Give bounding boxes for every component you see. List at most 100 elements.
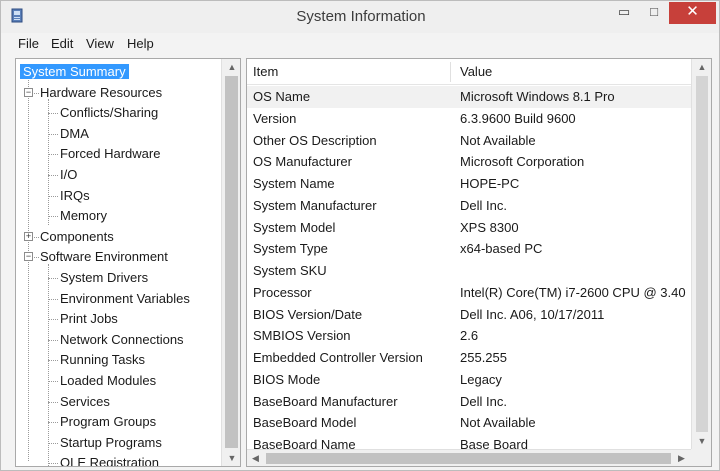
collapse-icon[interactable]: − [24,252,33,262]
value-cell: 6.3.9600 Build 9600 [460,110,576,126]
tree-item-label: System Drivers [60,270,149,285]
menu-file[interactable]: File [18,36,39,51]
table-row[interactable]: Version 6.3.9600 Build 9600 [247,108,691,130]
table-row[interactable]: OS Manufacturer Microsoft Corporation [247,151,691,173]
scroll-right-icon[interactable]: ▶ [673,450,690,466]
table-row[interactable]: System Type x64-based PC [247,238,691,260]
tree-item[interactable]: Running Tasks [60,350,145,369]
table-row[interactable]: BIOS Version/Date Dell Inc. A06, 10/17/20… [247,304,691,326]
tree-item[interactable]: IRQs [60,186,90,205]
tree-item-label: Loaded Modules [60,373,157,388]
tree-connector [48,99,49,225]
table-row[interactable]: Processor Intel(R) Core(TM) i7-2600 CPU @… [247,282,691,304]
tree-item[interactable]: System Drivers [60,268,148,287]
tree-item[interactable]: DMA [60,124,89,143]
tree-item[interactable]: Hardware Resources [40,83,162,102]
table-scroll-thumb[interactable] [696,76,708,432]
table-row[interactable]: System Manufacturer Dell Inc. [247,195,691,217]
tree-item-label: Memory [60,208,107,224]
value-cell: 2.6 [460,328,479,344]
value-cell: Not Available [460,415,536,431]
tree-item[interactable]: Print Jobs [60,309,118,328]
tree-item[interactable]: Conflicts/Sharing [60,103,158,122]
scroll-up-icon[interactable]: ▲ [222,59,240,75]
table-row[interactable]: Other OS Description Not Available [247,130,691,152]
scroll-up-icon[interactable]: ▲ [692,59,711,75]
table-row[interactable]: Embedded Controller Version 255.255 [247,347,691,369]
value-cell: x64-based PC [460,241,543,257]
item-cell: System SKU [253,263,327,278]
tree-item[interactable]: Forced Hardware [60,144,160,163]
value-cell: Legacy [460,371,502,387]
table-row[interactable]: System Name HOPE-PC [247,173,691,195]
details-table: Item Value OS Name Microsoft Windows 8.1 … [246,58,712,467]
tree-item-label: Program Groups [60,414,157,430]
tree-connector [48,401,58,403]
value-cell: Microsoft Corporation [460,154,585,170]
tree-item-label: OLE Registration [60,455,159,467]
category-tree[interactable]: System Summary Hardware Resources − Conflic… [15,58,241,467]
menu-edit[interactable]: Edit [51,36,73,51]
scroll-left-icon[interactable]: ◀ [247,450,264,466]
minimize-button[interactable]: ▭ [611,2,637,24]
tree-connector [48,264,49,466]
maximize-button[interactable]: □ [641,2,667,24]
tree-item[interactable]: Services [60,392,110,411]
column-header-item[interactable]: Item [253,64,278,79]
scroll-down-icon[interactable]: ▼ [222,450,240,466]
table-row[interactable]: OS Name Microsoft Windows 8.1 Pro [247,86,691,108]
menu-view[interactable]: View [86,36,114,51]
table-row[interactable]: System Model XPS 8300 [247,217,691,239]
tree-scroll-thumb[interactable] [225,76,238,448]
tree-item[interactable]: Components [40,227,114,246]
table-horizontal-scrollbar[interactable]: ◀ ▶ [247,449,691,466]
table-row[interactable]: BaseBoard Model Not Available [247,412,691,434]
column-divider[interactable] [450,62,451,82]
value-cell: HOPE-PC [460,176,520,191]
table-hscroll-thumb[interactable] [266,453,671,464]
table-vertical-scrollbar[interactable]: ▲ ▼ [691,59,711,449]
tree-connector [48,442,58,444]
title-bar[interactable]: System Information ▭ □ ✕ [1,1,719,33]
tree-item[interactable]: Program Groups [60,412,156,431]
tree-item[interactable]: Memory [60,206,107,225]
column-header-value[interactable]: Value [460,64,492,79]
table-header: Item Value [247,59,691,85]
collapse-icon[interactable]: − [24,87,33,97]
item-cell: System Manufacturer [253,197,377,213]
item-cell: System Model [253,219,336,235]
item-cell: OS Name [253,89,311,104]
tree-item-label: Conflicts/Sharing [60,105,159,121]
tree-item[interactable]: Loaded Modules [60,371,156,390]
item-cell: BaseBoard Manufacturer [253,393,398,409]
tree-connector [48,154,58,156]
table-row[interactable]: System SKU [247,260,691,282]
tree-item[interactable]: Software Environment [40,247,168,266]
tree-connector [28,71,29,461]
tree-item[interactable]: OLE Registration [60,453,159,467]
expand-icon[interactable]: + [24,231,33,241]
close-button[interactable]: ✕ [669,2,716,24]
scroll-down-icon[interactable]: ▼ [692,433,711,449]
tree-item-label: Components [40,228,114,244]
value-cell: Intel(R) Core(TM) i7-2600 CPU @ 3.40 [460,284,686,300]
tree-item[interactable]: Environment Variables [60,289,190,308]
item-cell: Version [253,110,297,126]
tree-connector [48,463,58,465]
tree-connector [48,339,58,341]
tree-item[interactable]: Startup Programs [60,433,162,452]
tree-connector [48,278,58,279]
table-row[interactable]: BIOS Mode Legacy [247,369,691,391]
tree-item-label: Forced Hardware [60,146,161,162]
tree-vertical-scrollbar[interactable]: ▲ ▼ [221,59,240,466]
tree-connector [34,92,39,94]
tree-connector [48,133,58,135]
tree-item[interactable]: Network Connections [60,330,184,349]
tree-item[interactable]: System Summary [20,62,129,81]
tree-connector [48,175,58,176]
menu-help[interactable]: Help [127,36,154,51]
tree-item[interactable]: I/O [60,165,77,184]
tree-connector [48,319,58,321]
table-row[interactable]: BaseBoard Manufacturer Dell Inc. [247,391,691,413]
table-row[interactable]: SMBIOS Version 2.6 [247,325,691,347]
